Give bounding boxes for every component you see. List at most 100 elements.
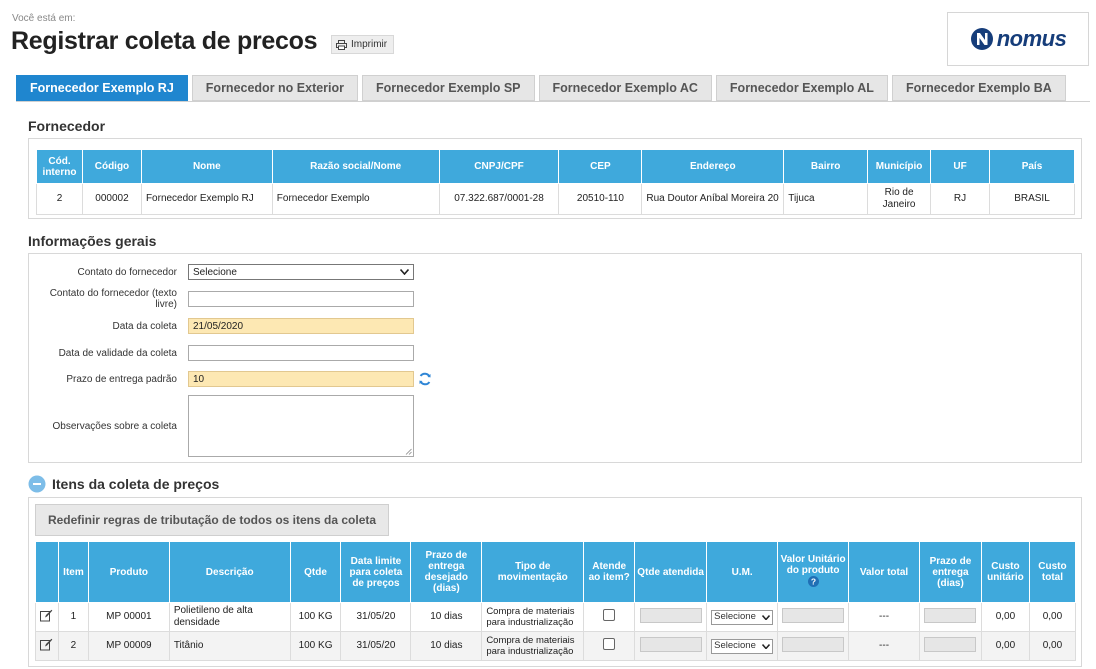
cell-custo-unitario: 0,00 (980, 631, 1030, 661)
um-select[interactable]: Selecione (711, 609, 774, 625)
tab-fornecedor-rj[interactable]: Fornecedor Exemplo RJ (16, 75, 188, 101)
help-icon[interactable]: ? (807, 576, 819, 587)
prazo-entrega-input[interactable] (924, 607, 977, 623)
col-qtde-atendida: Qtde atendida (634, 541, 708, 603)
validade-input[interactable] (188, 345, 414, 361)
items-table: Item Produto Descrição Qtde Data limite … (35, 541, 1077, 661)
cell-atende (583, 631, 636, 661)
cell-cod-interno: 2 (36, 183, 83, 215)
cell-uf: RJ (930, 183, 990, 215)
col-data-limite: Data limite para coleta de preços (340, 541, 412, 603)
cell-cep: 20510-110 (558, 183, 643, 215)
print-label: Imprimir (351, 39, 388, 50)
cell-um: Selecione (706, 602, 779, 632)
chevron-down-icon (400, 269, 409, 275)
col-nome: Nome (140, 149, 273, 184)
table-row: 2 MP 00009 Titânio 100 KG 31/05/20 10 di… (35, 631, 1077, 661)
col-item: Item (57, 541, 89, 603)
redefine-tax-rules-button[interactable]: Redefinir regras de tributação de todos … (35, 504, 389, 536)
col-tipo-movimentacao: Tipo de movimentação (481, 541, 585, 603)
cell-tipo-movimentacao: Compra de materiais para industrializaçã… (481, 602, 585, 632)
cell-prazo-entrega (918, 631, 982, 661)
contato-livre-input[interactable] (188, 291, 414, 307)
table-row: 2 000002 Fornecedor Exemplo RJ Fornecedo… (36, 183, 1075, 215)
col-edit (35, 541, 59, 603)
contato-label: Contato do fornecedor (77, 266, 177, 278)
data-coleta-input[interactable]: 21/05/2020 (188, 318, 414, 334)
col-descricao: Descrição (168, 541, 291, 603)
page-title: Registrar coleta de precos (11, 27, 318, 55)
qtde-atendida-input[interactable] (639, 607, 702, 623)
cell-custo-unitario: 0,00 (980, 602, 1030, 632)
cell-custo-total: 0,00 (1028, 631, 1077, 661)
prazo-entrega-input[interactable] (924, 636, 977, 652)
cell-cnpj: 07.322.687/0001-28 (438, 183, 560, 215)
form-row-validade: Data de validade da coleta (28, 345, 414, 361)
tab-divider (16, 101, 1090, 102)
um-select-value: Selecione (714, 611, 756, 622)
supplier-tabs: Fornecedor Exemplo RJ Fornecedor no Exte… (16, 75, 1066, 101)
um-select[interactable]: Selecione (711, 638, 774, 654)
cell-prazo-entrega (918, 602, 982, 632)
cell-bairro: Tijuca (783, 183, 869, 215)
row-edit-cell (35, 631, 59, 661)
valor-unitario-input[interactable] (782, 607, 845, 623)
um-select-value: Selecione (714, 640, 756, 651)
atende-checkbox[interactable] (603, 638, 616, 650)
data-coleta-label: Data da coleta (112, 320, 178, 332)
supplier-section-title: Fornecedor (28, 118, 106, 134)
cell-valor-unitario (777, 602, 850, 632)
cell-nome: Fornecedor Exemplo RJ (140, 183, 273, 215)
form-row-contato-livre: Contato do fornecedor (texto livre) (28, 288, 414, 310)
tab-fornecedor-sp[interactable]: Fornecedor Exemplo SP (362, 75, 535, 101)
col-custo-unitario: Custo unitário (980, 541, 1030, 603)
form-row-obs: Observações sobre a coleta (28, 395, 414, 457)
form-row-data: Data da coleta 21/05/2020 (28, 318, 414, 334)
col-razao-social: Razão social/Nome (271, 149, 440, 184)
qtde-atendida-input[interactable] (639, 636, 702, 652)
edit-icon[interactable] (40, 609, 53, 622)
refresh-icon[interactable] (418, 372, 432, 386)
tab-fornecedor-al[interactable]: Fornecedor Exemplo AL (715, 75, 888, 101)
resize-handle-icon[interactable] (405, 448, 412, 455)
edit-icon[interactable] (40, 638, 53, 651)
col-qtde: Qtde (289, 541, 342, 603)
cell-item: 2 (57, 631, 89, 661)
tab-fornecedor-ac[interactable]: Fornecedor Exemplo AC (538, 75, 712, 101)
valor-unitario-label: Valor Unitário do produto (780, 554, 846, 576)
cell-codigo: 000002 (81, 183, 142, 215)
col-municipio: Município (867, 149, 932, 184)
prazo-input[interactable]: 10 (188, 371, 414, 387)
cell-atende (583, 602, 636, 632)
printer-icon (336, 39, 347, 50)
cell-produto: MP 00009 (87, 631, 170, 661)
col-prazo-entrega: Prazo de entrega (dias) (918, 541, 982, 603)
tab-fornecedor-ba[interactable]: Fornecedor Exemplo BA (891, 75, 1066, 101)
col-valor-unitario: Valor Unitário do produto ? (777, 541, 850, 603)
obs-textarea[interactable] (188, 395, 414, 457)
cell-item: 1 (57, 602, 89, 632)
tab-fornecedor-exterior[interactable]: Fornecedor no Exterior (191, 75, 359, 101)
cell-valor-total: --- (848, 631, 920, 661)
cell-qtde: 100 KG (289, 602, 342, 632)
validade-label: Data de validade da coleta (58, 347, 177, 359)
col-valor-total: Valor total (848, 541, 920, 603)
form-row-contato: Contato do fornecedor Selecione (28, 264, 414, 280)
col-prazo-desejado: Prazo de entrega desejado (dias) (410, 541, 483, 603)
cell-qtde-atendida (634, 631, 708, 661)
breadcrumb: Você está em: (12, 13, 76, 24)
col-bairro: Bairro (783, 149, 869, 184)
cell-pais: BRASIL (989, 183, 1075, 215)
collapse-icon[interactable] (28, 475, 46, 493)
valor-unitario-input[interactable] (782, 636, 845, 652)
atende-checkbox[interactable] (603, 609, 616, 621)
cell-produto: MP 00001 (87, 602, 170, 632)
contato-select[interactable]: Selecione (188, 264, 414, 280)
col-atende: Atende ao item? (583, 541, 636, 603)
form-row-prazo: Prazo de entrega padrão 10 (28, 371, 432, 387)
cell-valor-unitario (777, 631, 850, 661)
print-button[interactable]: Imprimir (331, 35, 395, 54)
cell-prazo-desejado: 10 dias (410, 631, 483, 661)
cell-prazo-desejado: 10 dias (410, 602, 483, 632)
items-section-header: Itens da coleta de preços (28, 475, 219, 493)
